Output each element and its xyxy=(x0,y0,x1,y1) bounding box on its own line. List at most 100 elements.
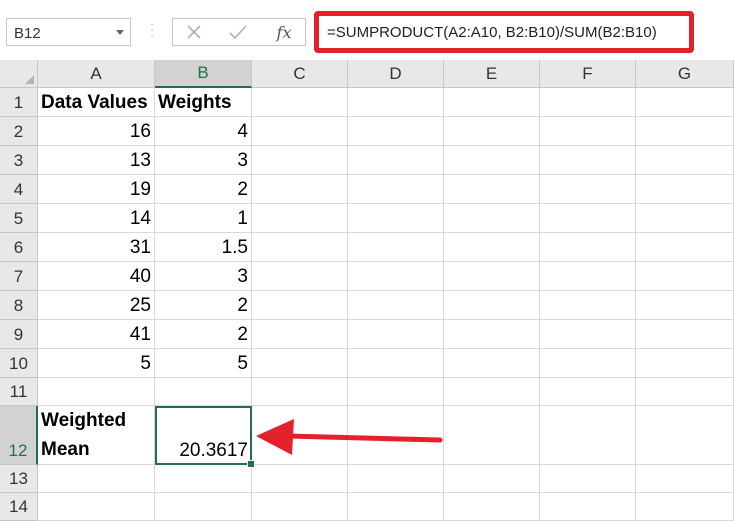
cell-g3[interactable] xyxy=(636,146,734,175)
column-header-e[interactable]: E xyxy=(444,60,540,88)
cell-e7[interactable] xyxy=(444,262,540,291)
cell-c10[interactable] xyxy=(252,349,348,378)
cell-g2[interactable] xyxy=(636,117,734,146)
cell-d2[interactable] xyxy=(348,117,444,146)
cell-b12[interactable]: 20.3617 xyxy=(155,406,252,465)
row-header-6[interactable]: 6 xyxy=(0,233,38,262)
cell-e6[interactable] xyxy=(444,233,540,262)
cell-d14[interactable] xyxy=(348,493,444,521)
cell-g8[interactable] xyxy=(636,291,734,320)
cell-e14[interactable] xyxy=(444,493,540,521)
cell-f1[interactable] xyxy=(540,88,636,117)
cell-g4[interactable] xyxy=(636,175,734,204)
row-header-8[interactable]: 8 xyxy=(0,291,38,320)
cell-c14[interactable] xyxy=(252,493,348,521)
row-header-7[interactable]: 7 xyxy=(0,262,38,291)
cell-g12[interactable] xyxy=(636,406,734,465)
cell-a5[interactable]: 14 xyxy=(38,204,155,233)
column-header-c[interactable]: C xyxy=(252,60,348,88)
drag-handle-icon[interactable]: · · · xyxy=(150,20,154,42)
cell-e8[interactable] xyxy=(444,291,540,320)
cell-f10[interactable] xyxy=(540,349,636,378)
cell-d10[interactable] xyxy=(348,349,444,378)
cell-b4[interactable]: 2 xyxy=(155,175,252,204)
cell-e3[interactable] xyxy=(444,146,540,175)
cell-c2[interactable] xyxy=(252,117,348,146)
cell-e10[interactable] xyxy=(444,349,540,378)
cell-g9[interactable] xyxy=(636,320,734,349)
cell-a8[interactable]: 25 xyxy=(38,291,155,320)
cell-b1[interactable]: Weights xyxy=(155,88,252,117)
row-header-9[interactable]: 9 xyxy=(0,320,38,349)
cell-d11[interactable] xyxy=(348,378,444,406)
cell-e1[interactable] xyxy=(444,88,540,117)
cell-f9[interactable] xyxy=(540,320,636,349)
cell-f4[interactable] xyxy=(540,175,636,204)
column-header-f[interactable]: F xyxy=(540,60,636,88)
row-header-4[interactable]: 4 xyxy=(0,175,38,204)
row-header-14[interactable]: 14 xyxy=(0,493,38,521)
cell-f5[interactable] xyxy=(540,204,636,233)
cell-d9[interactable] xyxy=(348,320,444,349)
row-header-13[interactable]: 13 xyxy=(0,465,38,493)
row-header-12[interactable]: 12 xyxy=(0,406,38,465)
column-header-d[interactable]: D xyxy=(348,60,444,88)
cell-e4[interactable] xyxy=(444,175,540,204)
cell-d7[interactable] xyxy=(348,262,444,291)
cell-a13[interactable] xyxy=(38,465,155,493)
cell-g6[interactable] xyxy=(636,233,734,262)
cell-d8[interactable] xyxy=(348,291,444,320)
cell-f3[interactable] xyxy=(540,146,636,175)
cell-a14[interactable] xyxy=(38,493,155,521)
cell-a6[interactable]: 31 xyxy=(38,233,155,262)
cell-g11[interactable] xyxy=(636,378,734,406)
cell-c9[interactable] xyxy=(252,320,348,349)
cell-a12[interactable]: Weighted Mean xyxy=(38,406,155,465)
enter-button[interactable] xyxy=(217,19,259,45)
cell-g1[interactable] xyxy=(636,88,734,117)
cell-c3[interactable] xyxy=(252,146,348,175)
row-header-1[interactable]: 1 xyxy=(0,88,38,117)
cell-g14[interactable] xyxy=(636,493,734,521)
cell-b8[interactable]: 2 xyxy=(155,291,252,320)
cell-a10[interactable]: 5 xyxy=(38,349,155,378)
insert-function-button[interactable]: fx xyxy=(263,19,305,45)
select-all-button[interactable] xyxy=(0,60,38,88)
cell-c6[interactable] xyxy=(252,233,348,262)
cell-g10[interactable] xyxy=(636,349,734,378)
cell-f2[interactable] xyxy=(540,117,636,146)
cell-f11[interactable] xyxy=(540,378,636,406)
cell-g5[interactable] xyxy=(636,204,734,233)
cell-f14[interactable] xyxy=(540,493,636,521)
cell-b3[interactable]: 3 xyxy=(155,146,252,175)
cell-a2[interactable]: 16 xyxy=(38,117,155,146)
cell-f13[interactable] xyxy=(540,465,636,493)
cell-b5[interactable]: 1 xyxy=(155,204,252,233)
cell-b6[interactable]: 1.5 xyxy=(155,233,252,262)
cell-c4[interactable] xyxy=(252,175,348,204)
cell-d1[interactable] xyxy=(348,88,444,117)
row-header-2[interactable]: 2 xyxy=(0,117,38,146)
cell-d6[interactable] xyxy=(348,233,444,262)
column-header-b[interactable]: B xyxy=(155,60,252,88)
column-header-a[interactable]: A xyxy=(38,60,155,88)
fill-handle[interactable] xyxy=(247,460,255,468)
cell-b11[interactable] xyxy=(155,378,252,406)
cell-a4[interactable]: 19 xyxy=(38,175,155,204)
cell-e11[interactable] xyxy=(444,378,540,406)
cell-c1[interactable] xyxy=(252,88,348,117)
cell-a1[interactable]: Data Values xyxy=(38,88,155,117)
cell-c11[interactable] xyxy=(252,378,348,406)
cell-b9[interactable]: 2 xyxy=(155,320,252,349)
row-header-3[interactable]: 3 xyxy=(0,146,38,175)
cancel-button[interactable] xyxy=(173,19,215,45)
cell-b14[interactable] xyxy=(155,493,252,521)
cell-d13[interactable] xyxy=(348,465,444,493)
cell-d4[interactable] xyxy=(348,175,444,204)
cell-e2[interactable] xyxy=(444,117,540,146)
formula-input[interactable]: =SUMPRODUCT(A2:A10, B2:B10)/SUM(B2:B10) xyxy=(314,11,694,53)
cell-a11[interactable] xyxy=(38,378,155,406)
cell-g7[interactable] xyxy=(636,262,734,291)
cell-f7[interactable] xyxy=(540,262,636,291)
cell-d5[interactable] xyxy=(348,204,444,233)
